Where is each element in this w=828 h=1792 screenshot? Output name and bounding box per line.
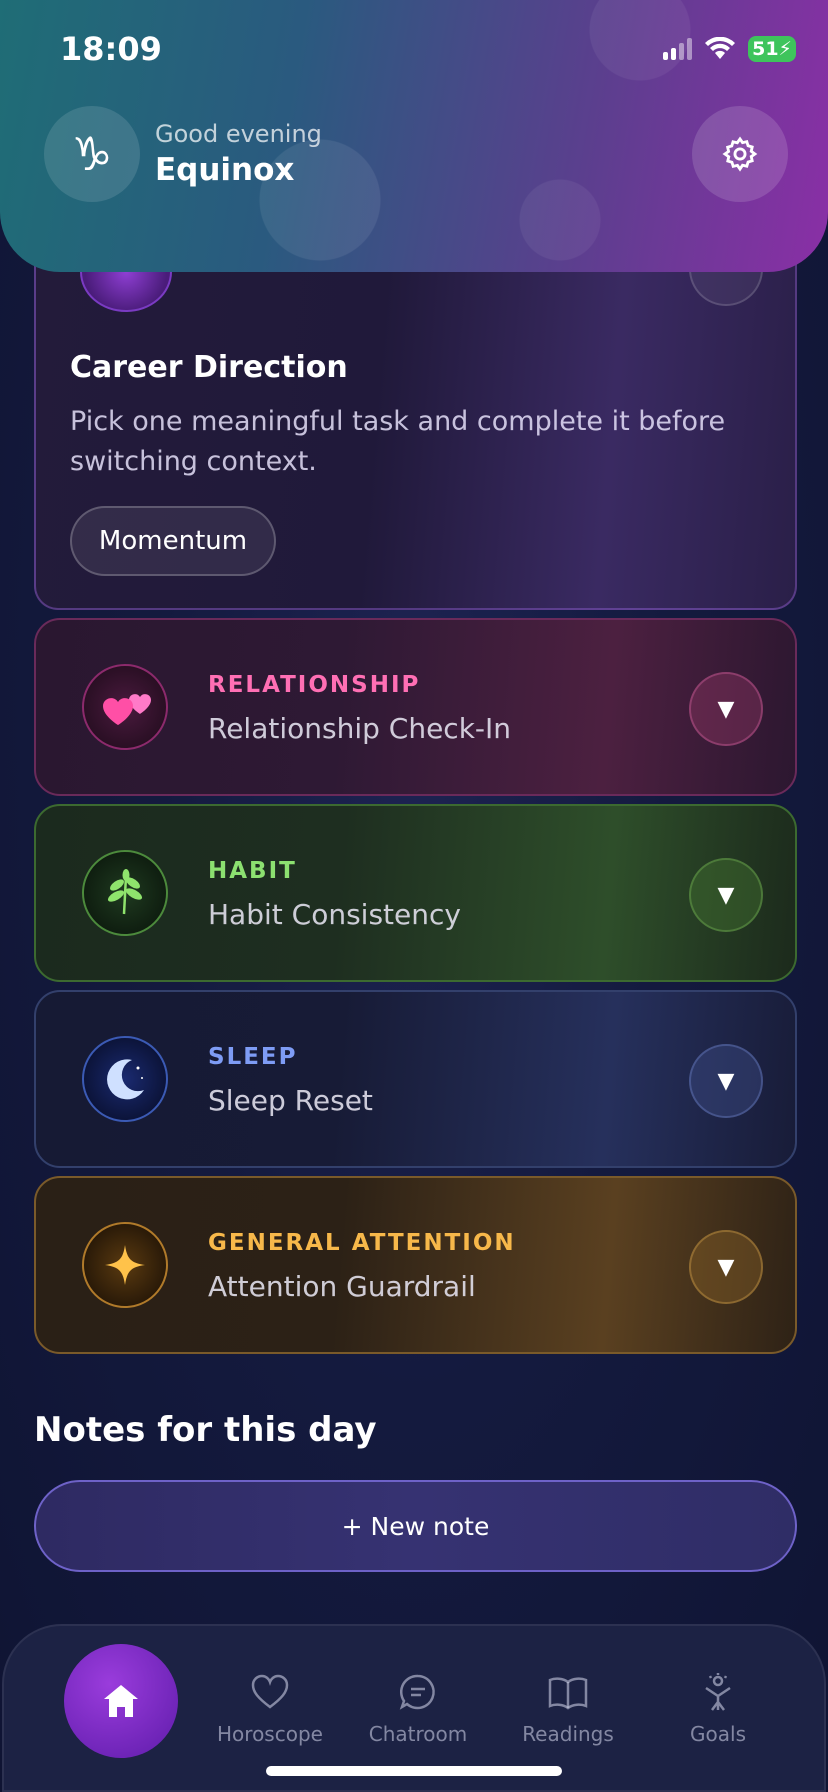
greeting-text: Good evening: [155, 120, 322, 148]
tab-label: Goals: [690, 1722, 746, 1746]
category-title: Attention Guardrail: [208, 1270, 476, 1303]
status-icons: 51 ⚡: [663, 36, 796, 62]
category-label: GENERAL ATTENTION: [208, 1230, 516, 1256]
category-title: Sleep Reset: [208, 1084, 373, 1117]
momentum-tag[interactable]: Momentum: [70, 506, 276, 576]
goals-figure-icon: [705, 1673, 731, 1711]
leaf-icon: [82, 850, 168, 936]
tab-label: Horoscope: [217, 1722, 323, 1746]
category-label: HABIT: [208, 858, 297, 884]
home-indicator: [266, 1766, 562, 1776]
app-header: 18:09 51 ⚡ ♑ Good evening Equinox: [0, 0, 828, 272]
card-description: Pick one meaningful task and complete it…: [70, 406, 726, 477]
relationship-card[interactable]: RELATIONSHIP Relationship Check-In ▼: [34, 618, 797, 796]
tab-home[interactable]: [64, 1644, 178, 1758]
expand-chevron-icon[interactable]: ▼: [689, 672, 763, 746]
gear-icon: [722, 136, 758, 172]
capricorn-icon: ♑: [71, 127, 113, 181]
username: Equinox: [155, 152, 295, 188]
tab-label: Chatroom: [368, 1722, 468, 1746]
card-title: Career Direction: [70, 350, 348, 385]
sleep-card[interactable]: SLEEP Sleep Reset ▼: [34, 990, 797, 1168]
chat-bubble-icon: [399, 1674, 435, 1710]
settings-button[interactable]: [692, 106, 788, 202]
tab-readings[interactable]: Readings: [498, 1670, 638, 1746]
expand-chevron-icon[interactable]: ▼: [689, 858, 763, 932]
tab-chatroom[interactable]: Chatroom: [348, 1670, 488, 1746]
moon-icon: [82, 1036, 168, 1122]
heart-outline-icon: [251, 1674, 289, 1709]
hearts-icon: [82, 664, 168, 750]
expand-chevron-icon[interactable]: ▼: [689, 1044, 763, 1118]
tab-label: Readings: [522, 1722, 614, 1746]
sparkle-icon: [82, 1222, 168, 1308]
general-attention-card[interactable]: GENERAL ATTENTION Attention Guardrail ▼: [34, 1176, 797, 1354]
book-icon: [548, 1677, 588, 1710]
category-title: Habit Consistency: [208, 898, 461, 931]
status-time: 18:09: [60, 30, 162, 68]
notes-section-title: Notes for this day: [34, 1410, 377, 1450]
tab-horoscope[interactable]: Horoscope: [200, 1670, 340, 1746]
category-title: Relationship Check-In: [208, 712, 512, 745]
category-label: RELATIONSHIP: [208, 672, 421, 698]
category-label: SLEEP: [208, 1044, 298, 1070]
new-note-button[interactable]: + New note: [34, 1480, 797, 1572]
wifi-icon: [705, 37, 735, 59]
home-icon: [104, 1685, 138, 1717]
expand-chevron-icon[interactable]: ▼: [689, 1230, 763, 1304]
habit-card[interactable]: HABIT Habit Consistency ▼: [34, 804, 797, 982]
battery-level: 51: [752, 38, 779, 60]
zodiac-avatar[interactable]: ♑: [44, 106, 140, 202]
cellular-signal-icon: [663, 38, 692, 60]
battery-icon: 51 ⚡: [748, 36, 796, 62]
tab-goals[interactable]: Goals: [648, 1670, 788, 1746]
